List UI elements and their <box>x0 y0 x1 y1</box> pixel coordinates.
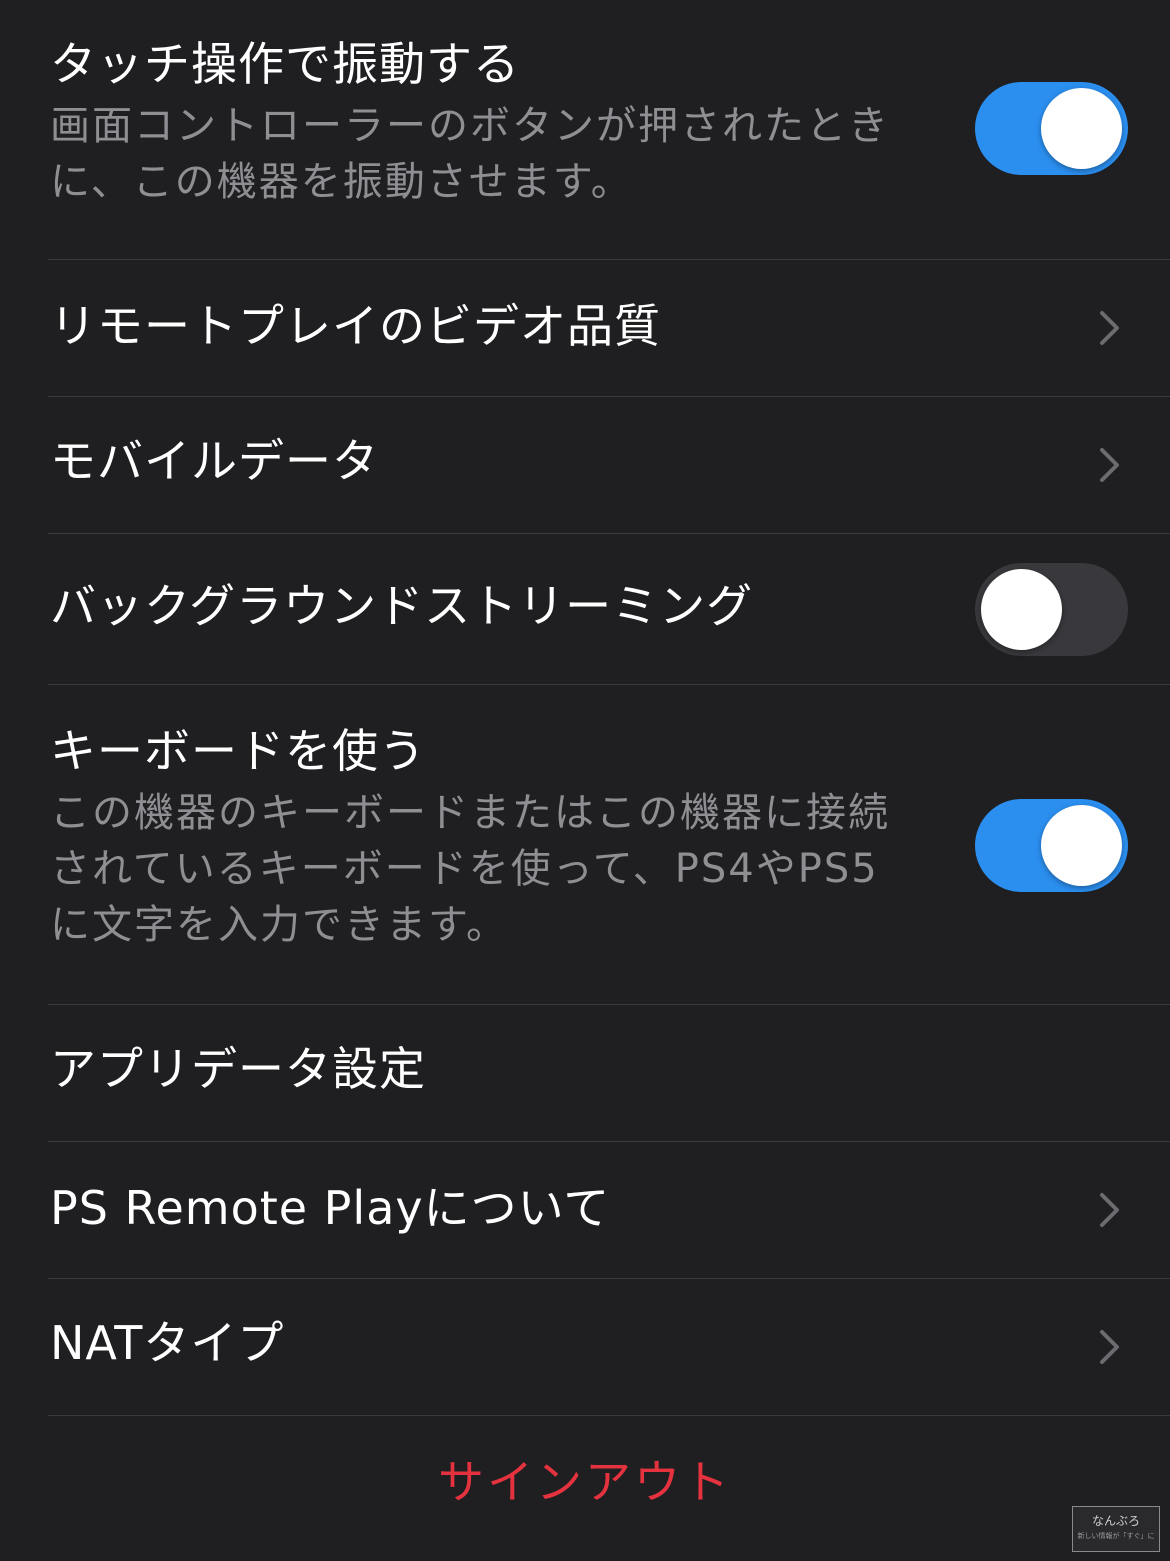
toggle-knob <box>981 569 1062 650</box>
setting-description-keyboard: この機器のキーボードまたはこの機器に接続されているキーボードを使って、PS4やP… <box>50 790 890 948</box>
setting-title-mobile-data: モバイルデータ <box>50 434 379 488</box>
setting-row-haptic: タッチ操作で振動する 画面コントローラーのボタンが押されたときに、この機器を振動… <box>0 0 1170 260</box>
chevron-right-icon <box>1100 448 1119 482</box>
background-streaming-toggle[interactable] <box>975 563 1128 656</box>
setting-title-background-streaming: バックグラウンドストリーミング <box>50 579 754 633</box>
setting-title-app-data: アプリデータ設定 <box>50 1042 426 1096</box>
chevron-right-icon <box>1100 1193 1119 1227</box>
divider <box>48 1415 1170 1416</box>
signout-button[interactable]: サインアウト <box>0 1452 1170 1512</box>
setting-row-nat-type[interactable]: NATタイプ <box>0 1279 1170 1416</box>
haptic-toggle[interactable] <box>975 82 1128 175</box>
setting-title-video-quality: リモートプレイのビデオ品質 <box>50 299 661 353</box>
chevron-right-icon <box>1100 1330 1119 1364</box>
setting-title-haptic: タッチ操作で振動する <box>50 37 520 91</box>
watermark-main-text: なんぶろ <box>1091 1514 1140 1528</box>
setting-row-mobile-data[interactable]: モバイルデータ <box>0 397 1170 534</box>
setting-row-video-quality[interactable]: リモートプレイのビデオ品質 <box>0 260 1170 397</box>
keyboard-toggle[interactable] <box>975 799 1128 892</box>
toggle-knob <box>1041 805 1122 886</box>
setting-title-nat-type: NATタイプ <box>50 1316 285 1370</box>
toggle-knob <box>1041 88 1122 169</box>
setting-title-keyboard: キーボードを使う <box>50 724 426 778</box>
setting-row-background-streaming: バックグラウンドストリーミング <box>0 534 1170 685</box>
watermark-logo: なんぶろ 新しい情報が「すぐ」に <box>1072 1506 1160 1552</box>
chevron-right-icon <box>1100 311 1119 345</box>
setting-title-about: PS Remote Playについて <box>50 1181 611 1235</box>
setting-description-haptic: 画面コントローラーのボタンが押されたときに、この機器を振動させます。 <box>50 103 890 205</box>
setting-row-about[interactable]: PS Remote Playについて <box>0 1142 1170 1279</box>
setting-row-keyboard: キーボードを使う この機器のキーボードまたはこの機器に接続されているキーボードを… <box>0 685 1170 1005</box>
setting-row-app-data[interactable]: アプリデータ設定 <box>0 1005 1170 1142</box>
watermark-sub-text: 新しい情報が「すぐ」に <box>1077 1532 1155 1540</box>
